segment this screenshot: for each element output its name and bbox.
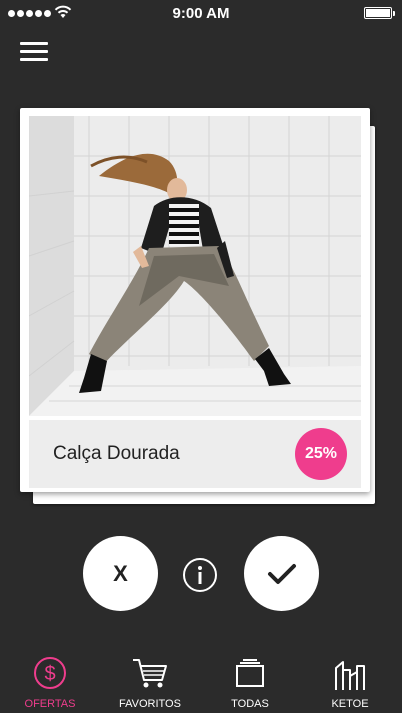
offer-card[interactable]: Calça Dourada 25% [20,108,370,492]
check-icon [267,563,296,584]
tab-bar: $ OFERTAS FAVORITOS TODAS KETOE [0,652,402,713]
accept-button[interactable] [244,536,319,611]
status-time: 9:00 AM [172,5,230,22]
stack-icon [236,659,264,687]
product-photo [29,116,361,416]
tab-ketoe[interactable]: KETOE [300,652,400,713]
reject-button-label: X [113,560,128,586]
cart-icon [133,659,167,688]
reject-button[interactable]: X [83,536,158,611]
tab-ofertas-label: OFERTAS [24,698,76,710]
card-footer: Calça Dourada 25% [29,420,361,488]
tab-favoritos-label: FAVORITOS [119,698,181,710]
info-button[interactable] [183,558,217,592]
tab-favoritos[interactable]: FAVORITOS [100,652,200,713]
svg-text:$: $ [44,663,55,685]
tab-ketoe-label: KETOE [331,698,369,710]
discount-badge: 25% [295,428,347,480]
tab-ofertas[interactable]: $ OFERTAS [0,652,100,713]
city-icon [335,661,365,690]
tab-todas[interactable]: TODAS [200,652,300,713]
dollar-icon: $ [34,657,66,689]
product-name: Calça Dourada [53,443,180,464]
status-bar: 9:00 AM [0,0,402,28]
battery-icon [364,7,395,19]
menu-button[interactable] [20,40,48,64]
info-icon [198,566,202,584]
tab-todas-label: TODAS [231,698,269,710]
